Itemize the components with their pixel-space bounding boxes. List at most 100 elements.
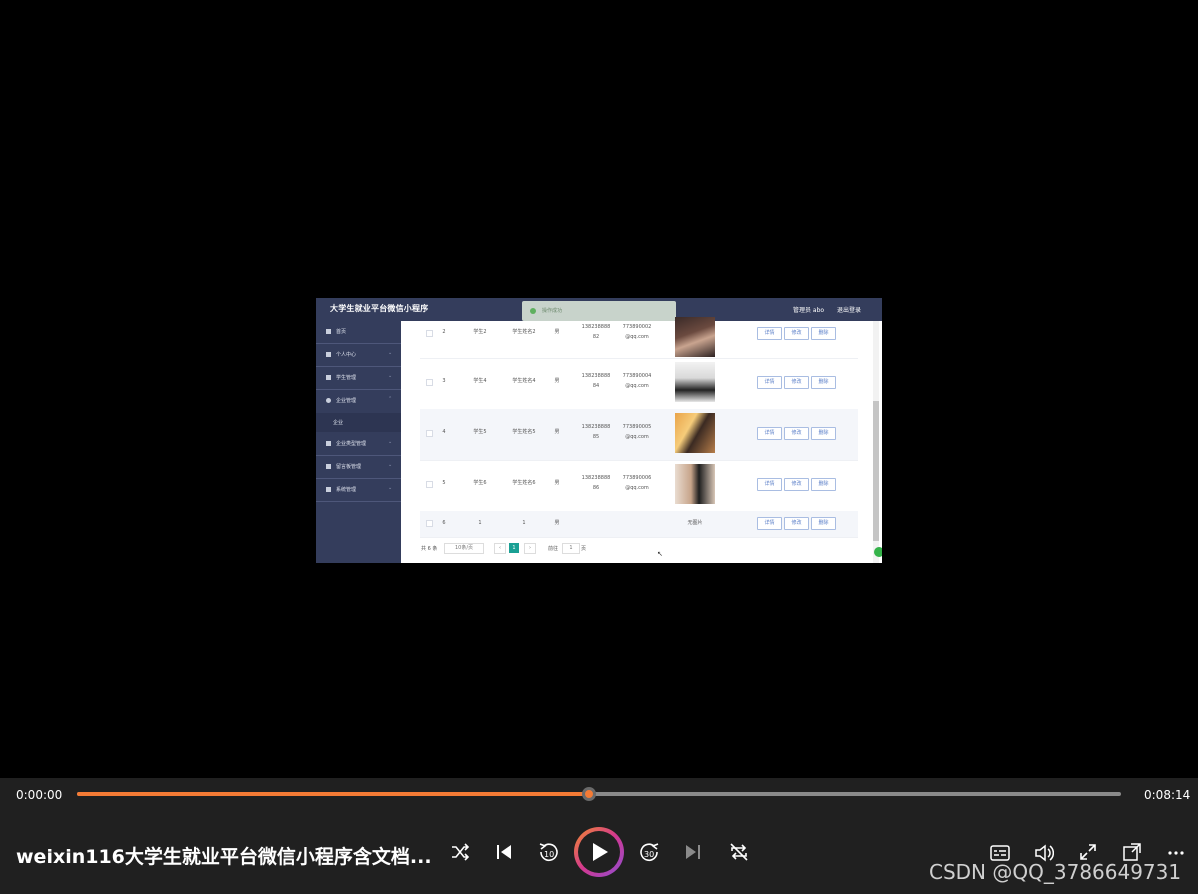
forward-30-icon[interactable]: 30	[640, 841, 660, 863]
student-photo	[675, 413, 715, 453]
email-part: @qq.com	[625, 434, 649, 440]
row-account: 学生2	[473, 329, 487, 335]
row-gender: 男	[554, 378, 560, 384]
row-checkbox[interactable]	[426, 330, 433, 337]
chevron-up-icon: ⌃	[388, 396, 393, 402]
prev-page-button[interactable]: ‹	[494, 543, 506, 554]
edit-button[interactable]: 修改	[784, 327, 809, 340]
scrollbar-thumb[interactable]	[873, 401, 879, 541]
seek-bar-progress	[77, 792, 589, 796]
goto-label: 前往	[548, 546, 559, 552]
edit-button[interactable]: 修改	[784, 376, 809, 389]
message-icon	[326, 464, 331, 469]
play-button[interactable]	[574, 827, 624, 877]
sidebar-item-profile[interactable]: 个人中心 ⌄	[316, 344, 401, 367]
email-part: @qq.com	[625, 383, 649, 389]
edit-button[interactable]: 修改	[784, 478, 809, 491]
app-title: 大学生就业平台微信小程序	[330, 304, 429, 313]
sidebar-item-system[interactable]: 系统管理 ⌄	[316, 479, 401, 502]
fullscreen-icon[interactable]	[1079, 843, 1097, 861]
chevron-down-icon: ⌄	[388, 350, 393, 356]
row-account: 1	[478, 520, 482, 526]
row-checkbox[interactable]	[426, 430, 433, 437]
row-index: 2	[442, 329, 446, 335]
row-email: 773890004 @qq.com	[616, 371, 658, 391]
floating-help-button[interactable]	[874, 547, 882, 557]
sidebar-item-label: 学生管理	[336, 375, 357, 381]
shuffle-icon[interactable]	[450, 843, 470, 861]
chevron-down-icon: ⌄	[388, 439, 393, 445]
repeat-off-icon[interactable]	[729, 843, 749, 861]
svg-text:10: 10	[544, 850, 554, 859]
delete-button[interactable]: 删除	[811, 517, 836, 530]
home-icon	[326, 329, 331, 334]
row-gender: 男	[554, 329, 560, 335]
sidebar-item-label: 个人中心	[336, 352, 357, 358]
chevron-down-icon: ⌄	[388, 485, 393, 491]
row-phone: 138238888 82	[576, 322, 616, 342]
sidebar-item-home[interactable]: 首页	[316, 321, 401, 344]
row-account: 学生6	[473, 480, 487, 486]
company-icon	[326, 398, 331, 403]
detail-button[interactable]: 详情	[757, 427, 782, 440]
edit-button[interactable]: 修改	[784, 427, 809, 440]
row-index: 4	[442, 429, 446, 435]
delete-button[interactable]: 删除	[811, 376, 836, 389]
phone-part: 84	[592, 383, 600, 389]
mouse-cursor-icon: ↖	[657, 550, 663, 558]
system-icon	[326, 487, 331, 492]
rewind-10-icon[interactable]: 10	[538, 841, 558, 863]
sidebar-item-label: 系统管理	[336, 487, 357, 493]
table-row: 3 学生4 学生姓名4 男 138238888 84 773890004 @qq.c…	[420, 358, 858, 410]
more-options-icon[interactable]	[1167, 850, 1185, 856]
detail-button[interactable]: 详情	[757, 327, 782, 340]
sidebar-item-company-types[interactable]: 企业类型管理 ⌄	[316, 433, 401, 456]
row-phone: 138238888 85	[576, 422, 616, 442]
phone-part: 82	[592, 334, 600, 340]
row-index: 5	[442, 480, 446, 486]
csdn-watermark: CSDN @QQ_3786649731	[929, 860, 1182, 884]
row-gender: 男	[554, 520, 560, 526]
row-index: 6	[442, 520, 446, 526]
sidebar-item-students[interactable]: 学生管理 ⌄	[316, 367, 401, 390]
video-title: weixin116大学生就业平台微信小程序含文档...	[16, 846, 432, 868]
phone-part: 86	[592, 485, 600, 491]
page-size-select[interactable]: 10条/页	[444, 543, 484, 554]
phone-part: 85	[592, 434, 600, 440]
seek-bar[interactable]	[77, 787, 1121, 801]
row-account: 学生4	[473, 378, 487, 384]
delete-button[interactable]: 删除	[811, 327, 836, 340]
row-name: 学生姓名4	[512, 378, 536, 384]
row-checkbox[interactable]	[426, 481, 433, 488]
row-checkbox[interactable]	[426, 379, 433, 386]
no-photo-text: 无图片	[687, 520, 703, 526]
sidebar-item-companies[interactable]: 企业管理 ⌃	[316, 390, 401, 412]
total-count: 共 6 条	[421, 546, 438, 552]
previous-icon[interactable]	[496, 843, 512, 861]
table-row: 5 学生6 学生姓名6 男 138238888 86 773890006 @qq.c…	[420, 460, 858, 512]
page-1-button[interactable]: 1	[509, 543, 519, 553]
seek-bar-handle[interactable]	[581, 787, 596, 801]
next-icon[interactable]	[685, 843, 701, 861]
goto-page-input[interactable]: 1	[562, 543, 580, 554]
sidebar-item-messages[interactable]: 留言板管理 ⌄	[316, 456, 401, 479]
total-time: 0:08:14	[1144, 788, 1191, 802]
sidebar-subitem-company[interactable]: 企业	[316, 413, 401, 432]
phone-part: 138238888	[581, 373, 611, 379]
detail-button[interactable]: 详情	[757, 376, 782, 389]
row-account: 学生5	[473, 429, 487, 435]
row-phone: 138238888 84	[576, 371, 616, 391]
chevron-down-icon: ⌄	[388, 373, 393, 379]
email-part: 773890005	[622, 424, 652, 430]
detail-button[interactable]: 详情	[757, 478, 782, 491]
mini-player-icon[interactable]	[1123, 843, 1141, 861]
email-part: 773890004	[622, 373, 652, 379]
row-checkbox[interactable]	[426, 520, 433, 527]
delete-button[interactable]: 删除	[811, 478, 836, 491]
delete-button[interactable]: 删除	[811, 427, 836, 440]
table-row: 2 学生2 学生姓名2 男 138238888 82 773890002 @qq.c…	[420, 307, 858, 359]
subtitles-icon[interactable]	[990, 845, 1010, 861]
next-page-button[interactable]: ›	[524, 543, 536, 554]
detail-button[interactable]: 详情	[757, 517, 782, 530]
edit-button[interactable]: 修改	[784, 517, 809, 530]
